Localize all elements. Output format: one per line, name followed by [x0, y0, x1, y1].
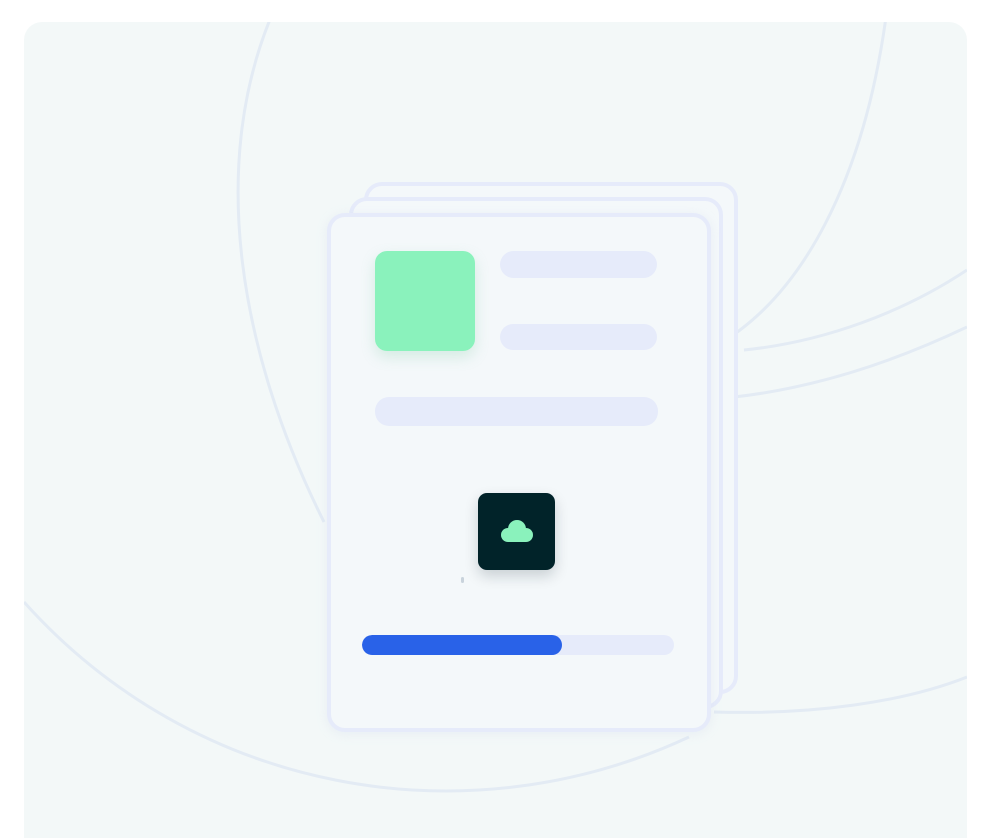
upload-progress-fill — [362, 635, 562, 655]
background-arc — [236, 22, 326, 523]
placeholder-line-description — [375, 397, 658, 426]
status-dot — [461, 577, 464, 583]
background-arc — [713, 675, 967, 714]
upload-button[interactable] — [478, 493, 555, 570]
cloud-icon — [500, 519, 533, 542]
background-arc — [733, 325, 967, 399]
placeholder-line-title — [500, 251, 657, 278]
upload-progress-bar — [362, 635, 674, 655]
background-arc — [713, 22, 887, 349]
document-card — [327, 213, 711, 732]
upload-illustration-panel — [24, 22, 967, 838]
placeholder-line-subtitle — [500, 324, 657, 350]
file-thumbnail — [375, 251, 475, 351]
background-arc — [743, 268, 967, 352]
